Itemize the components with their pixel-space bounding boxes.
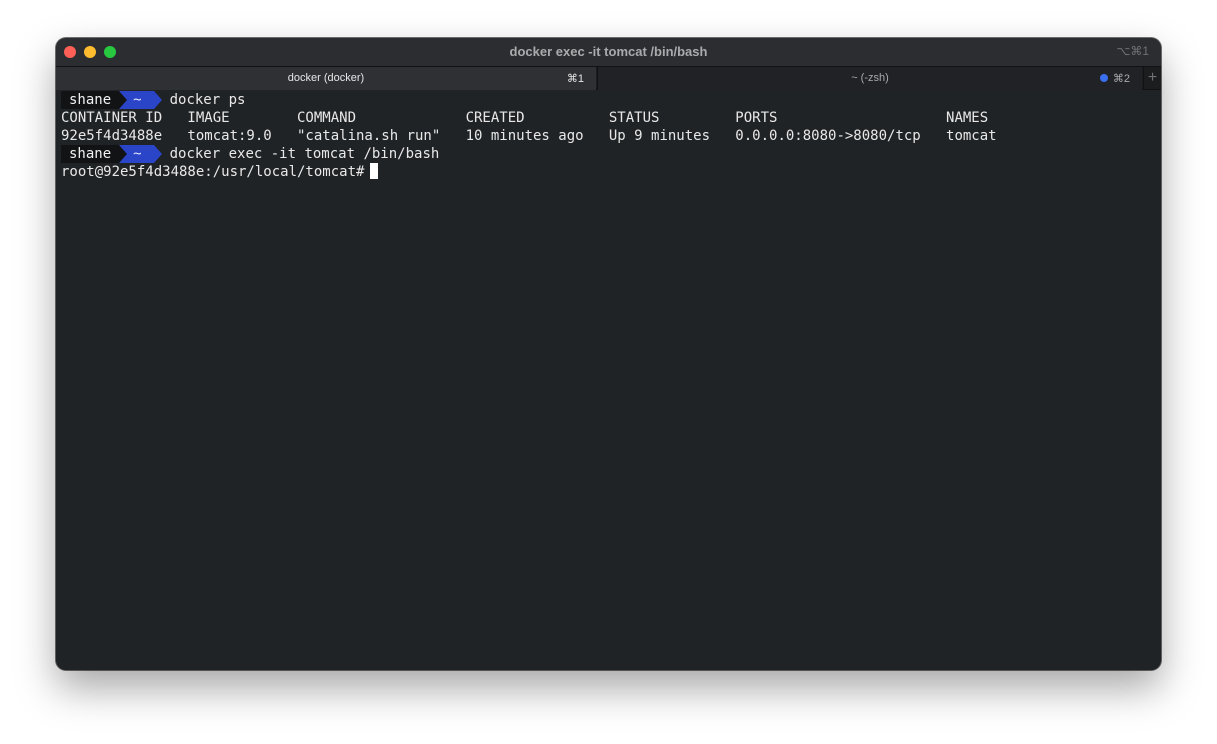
command-text: docker exec -it tomcat /bin/bash <box>169 146 440 162</box>
tab-shortcut: ⌘1 <box>566 73 584 85</box>
prompt-line: shane ~ docker exec -it tomcat /bin/bash <box>61 145 439 163</box>
tab-docker[interactable]: docker (docker) ⌘1 <box>56 67 596 90</box>
prompt-line: shane ~ docker ps <box>61 91 245 109</box>
ps-row-line: 92e5f4d3488e tomcat:9.0 "catalina.sh run… <box>61 128 997 144</box>
terminal-window: docker exec -it tomcat /bin/bash ⌥⌘1 doc… <box>56 38 1161 670</box>
prompt-user-segment: shane <box>61 145 120 163</box>
window-title: docker exec -it tomcat /bin/bash <box>509 44 708 59</box>
tab-label: docker (docker) <box>287 72 365 84</box>
tab-shortcut: ⌘2 <box>1112 73 1130 85</box>
prompt-dir-segment: ~ <box>119 91 163 109</box>
command-text: docker ps <box>169 92 246 108</box>
new-tab-button[interactable]: + <box>1143 67 1161 90</box>
text-cursor <box>370 163 379 179</box>
tab-label: ~ (-zsh) <box>851 72 889 84</box>
root-prompt-line: root@92e5f4d3488e:/usr/local/tomcat# <box>61 163 379 181</box>
prompt-user-segment: shane <box>61 91 120 109</box>
tab-bar: docker (docker) ⌘1 ~ (-zsh) ⌘2 + <box>56 66 1161 90</box>
root-prompt-text: root@92e5f4d3488e:/usr/local/tomcat# <box>61 164 365 180</box>
title-bar[interactable]: docker exec -it tomcat /bin/bash ⌥⌘1 <box>56 38 1161 66</box>
terminal-output[interactable]: shane ~ docker ps CONTAINER ID IMAGE COMMA… <box>56 90 1161 670</box>
tab-zsh[interactable]: ~ (-zsh) ⌘2 <box>597 67 1142 90</box>
activity-dot-icon <box>1100 74 1108 82</box>
ps-header-line: CONTAINER ID IMAGE COMMAND CREATED STATU… <box>61 110 989 126</box>
window-shortcut: ⌥⌘1 <box>1116 44 1149 58</box>
prompt-dir-segment: ~ <box>119 145 163 163</box>
